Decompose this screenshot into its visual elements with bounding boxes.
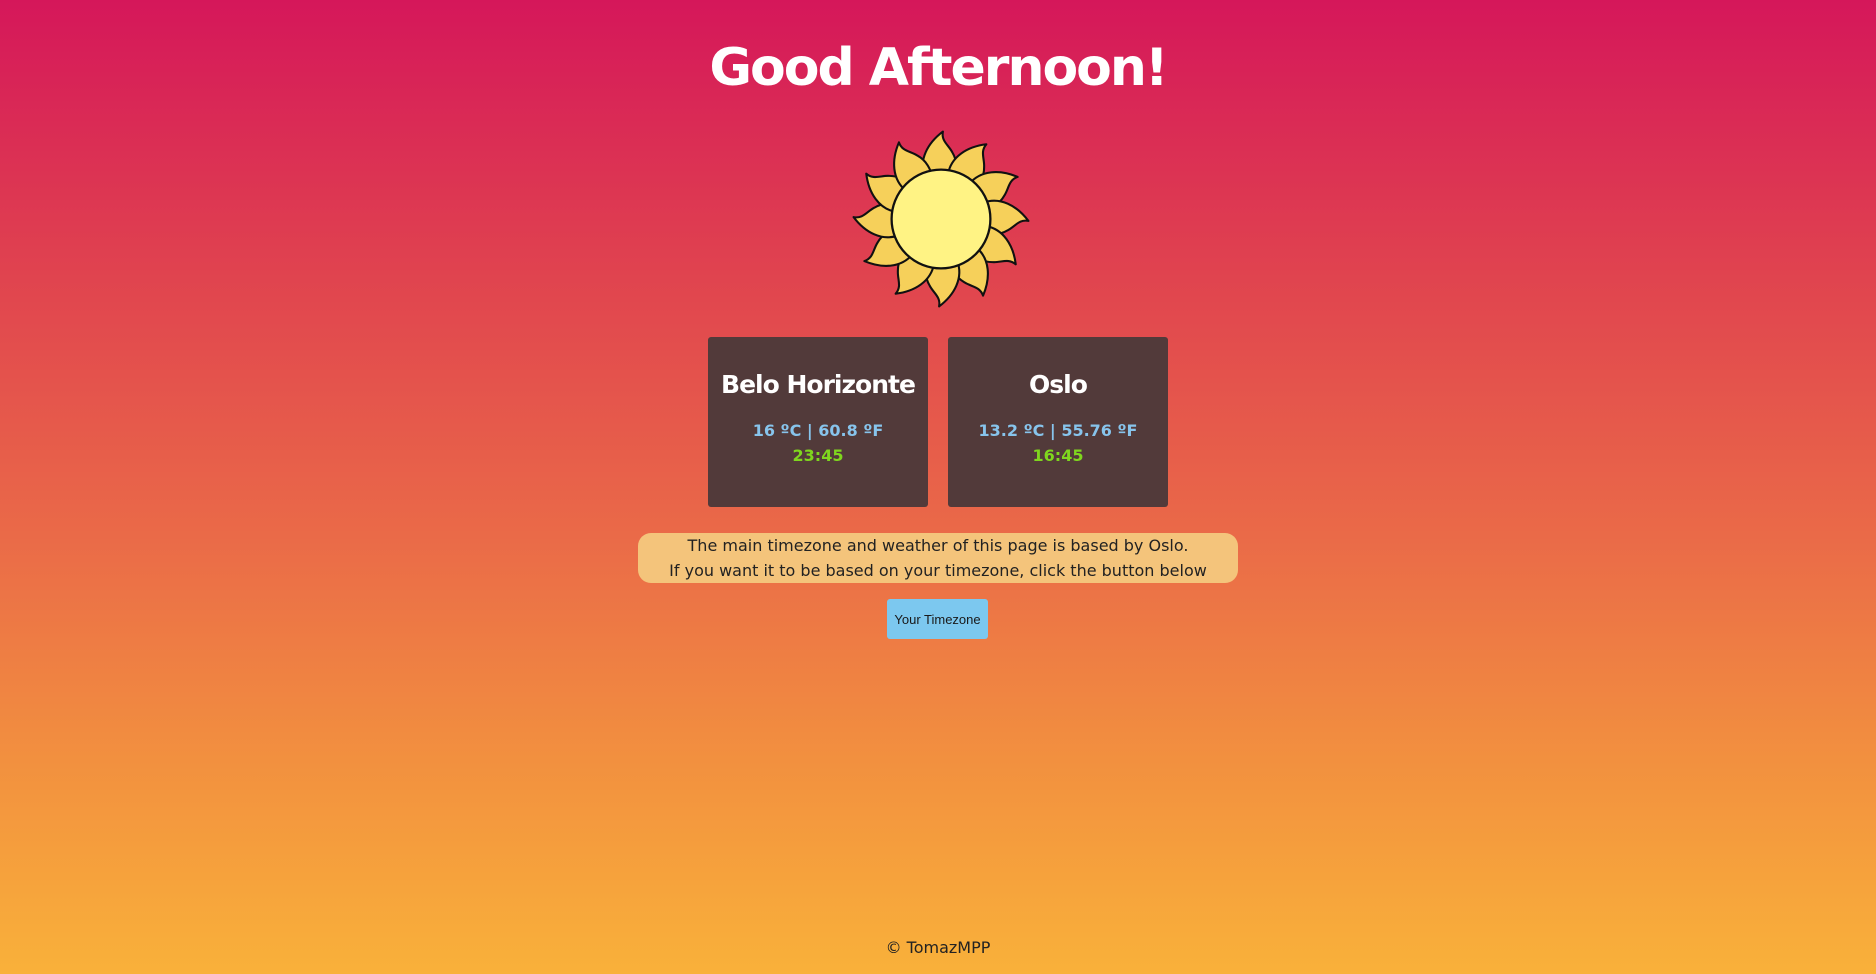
info-line-2: If you want it to be based on your timez…: [669, 561, 1207, 580]
city-card-belo-horizonte: Belo Horizonte 16 ºC | 60.8 ºF 23:45: [708, 337, 928, 507]
footer-copyright: © TomazMPP: [885, 938, 991, 957]
city-name: Belo Horizonte: [721, 370, 916, 399]
city-time: 16:45: [1032, 446, 1084, 465]
city-cards: Belo Horizonte 16 ºC | 60.8 ºF 23:45 Osl…: [708, 337, 1168, 507]
your-timezone-button[interactable]: Your Timezone: [887, 599, 988, 639]
info-line-1: The main timezone and weather of this pa…: [687, 536, 1189, 555]
city-name: Oslo: [1029, 370, 1088, 399]
greeting-title: Good Afternoon!: [709, 38, 1168, 98]
city-temperature: 16 ºC | 60.8 ºF: [752, 421, 884, 440]
city-card-oslo: Oslo 13.2 ºC | 55.76 ºF 16:45: [948, 337, 1168, 507]
sun-icon: [852, 130, 1030, 308]
timezone-info-box: The main timezone and weather of this pa…: [638, 533, 1238, 583]
city-temperature: 13.2 ºC | 55.76 ºF: [978, 421, 1138, 440]
city-time: 23:45: [792, 446, 844, 465]
